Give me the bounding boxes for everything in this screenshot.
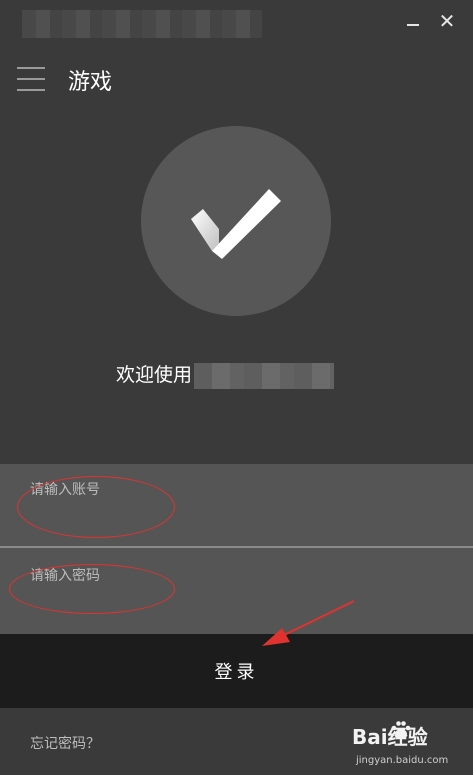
account-input[interactable] — [0, 464, 473, 516]
minimize-button[interactable] — [400, 8, 426, 34]
password-input[interactable] — [0, 548, 473, 604]
welcome-text: 欢迎使用 — [116, 364, 193, 386]
page-title: 游戏 — [68, 70, 113, 95]
paw-icon — [391, 721, 411, 739]
blurred-window-title — [22, 10, 262, 38]
close-button[interactable]: ✕ — [434, 8, 460, 34]
checkmark-icon — [191, 189, 281, 259]
login-button[interactable]: 登录 — [0, 634, 473, 708]
welcome-message: 欢迎使用 — [116, 360, 335, 389]
account-field-container — [0, 464, 473, 546]
baidu-jingyan-watermark: Bai经验 jingyan.baidu.com — [352, 721, 464, 771]
hamburger-menu-icon[interactable] — [17, 66, 45, 92]
watermark-sub-text: jingyan.baidu.com — [356, 755, 449, 766]
blurred-app-name — [194, 362, 335, 389]
password-field-container — [0, 548, 473, 634]
app-header: 游戏 — [0, 44, 473, 116]
forgot-password-link[interactable]: 忘记密码？ — [30, 733, 100, 753]
title-bar: ✕ — [0, 0, 473, 44]
avatar — [141, 126, 331, 316]
footer: 忘记密码？ Bai经验 jingyan.baidu.com — [0, 708, 473, 775]
login-bar: 登录 — [0, 634, 473, 708]
